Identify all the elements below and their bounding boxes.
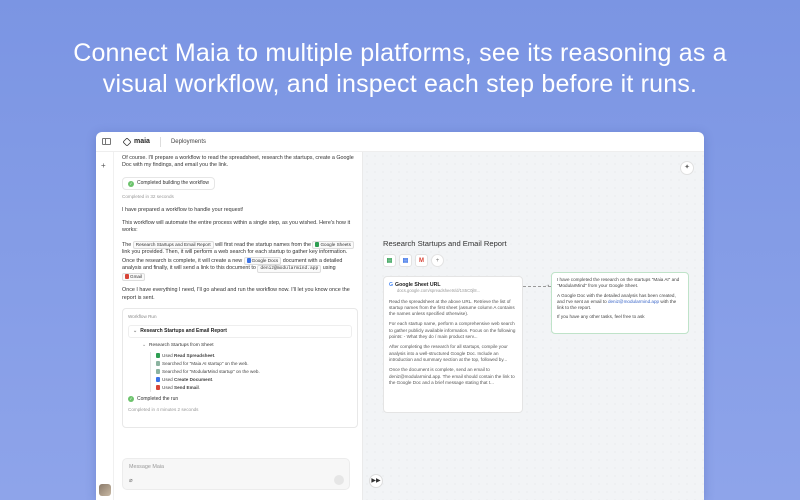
gmail-app-icon[interactable]: M [415,254,428,267]
node-url: docs.google.com/spreadsheets/d/1S5C0jl8.… [397,288,481,294]
new-chat-button[interactable]: + [101,161,106,170]
run-complete: ✓ Completed the run [128,396,352,403]
workflow-canvas[interactable]: ✦ Research Startups and Email Report ▤ ▤… [362,152,704,500]
run-step[interactable]: Used Read Spreadsheet. [156,352,352,360]
google-icon: G [389,282,394,288]
text: The [122,241,132,248]
step-tool: Create Document [174,376,213,382]
substep-label: Research Startups from Sheet [149,343,214,349]
run-complete-label: Completed the run [137,395,179,402]
node-text-1: Read the spreadsheet at the above URL. R… [389,298,515,317]
workflow-substep[interactable]: ⌄ Research Startups from Sheet [142,342,352,349]
chip-label: Google Sheets [320,241,351,247]
headline-line-1: Connect Maia to multiple platforms, see … [73,39,727,67]
output-text-3: If you have any other tasks, feel free t… [557,314,645,320]
top-bar: maia Deployments [96,132,704,152]
assistant-p2: This workflow will automate the entire p… [122,220,351,234]
google-docs-chip[interactable]: Google Docs [243,256,282,265]
run-complete-time: Completed in 4 minutes 2 seconds [128,406,199,412]
arrow-right-icon: ➝ [545,283,550,289]
chip-label: Gmail [130,274,142,280]
app-name: maia [134,138,150,145]
step-text-end: . [214,352,216,358]
step-tool: Read Spreadsheet [174,352,215,358]
workflow-run-card: Workflow Run ⌄ Research Startups and Emai… [122,308,358,429]
sheets-icon [315,241,320,247]
build-status-card[interactable]: ✓ Completed building the workflow [122,176,215,191]
step-text-end: . [198,384,201,390]
workflow-title: Research Startups and Email Report [383,239,507,248]
headline-line-2: visual workflow, and inspect each step b… [102,70,698,98]
text: will first read the startup names from t… [215,241,311,248]
node-text-3: After completing the research for all st… [389,344,508,362]
run-step[interactable]: Used Send Email. [156,384,352,392]
chevron-down-icon: ⌄ [142,343,147,349]
node-title: Google Sheet URL [395,282,441,288]
avatar[interactable] [99,484,111,496]
tab-deployments[interactable]: Deployments [171,139,206,145]
app-window: maia Deployments + Of course. I'll prepa… [96,132,704,500]
step-text-end: . [212,376,214,382]
run-play-button[interactable]: ▶▶ [369,474,383,488]
sheets-app-icon[interactable]: ▤ [383,254,396,267]
check-icon: ✓ [128,180,134,187]
step-text: Searched for "ModularMind startup" on th… [162,368,260,374]
workflow-chip[interactable]: Research Startups and Email Report [132,240,214,249]
workflow-run-title[interactable]: ⌄ Research Startups and Email Report [128,324,352,339]
sparkle-icon[interactable]: ✦ [680,161,694,175]
chevron-down-icon: ⌄ [133,327,138,334]
add-app-button[interactable]: + [431,254,444,267]
chat-panel: Of course. I'll prepare a workflow to re… [122,152,358,500]
step-text: Used [162,352,173,358]
divider [159,136,161,147]
step-text: Used [162,384,173,390]
assistant-intro: Of course. I'll prepare a workflow to re… [122,155,354,169]
run-step[interactable]: Searched for "Maia AI startup" on the we… [156,360,352,368]
step-tool: Send Email [174,384,199,390]
gmail-icon [125,274,129,280]
build-status-label: Completed building the workflow [137,179,209,186]
step-text: Used [162,376,173,382]
maia-logo-icon [122,136,132,147]
check-icon: ✓ [128,396,134,403]
step-text: Searched for "Maia AI startup" on the we… [162,360,249,366]
message-placeholder: Message Maia [129,464,165,470]
app-logo: maia [122,136,150,147]
output-text-2: A Google Doc with the detailed analysis … [557,293,683,312]
docs-app-icon[interactable]: ▤ [399,254,412,267]
tool-icon [156,368,160,374]
gmail-chip[interactable]: Gmail [122,273,145,282]
email-link[interactable]: deniz@modularmind.app [608,299,659,304]
node-text-2: For each startup name, perform a compreh… [389,321,516,340]
paperclip-icon[interactable]: ⌀ [129,478,133,485]
assistant-p4: Once I have everything I need, I'll go a… [122,287,350,301]
assistant-p1: I have prepared a workflow to handle you… [122,206,244,213]
run-title-label: Research Startups and Email Report [140,327,227,334]
text: using [322,265,336,272]
send-button[interactable] [334,475,344,485]
tool-icon [156,352,160,358]
sidebar-toggle-icon[interactable] [102,138,111,145]
headline: Connect Maia to multiple platforms, see … [0,38,800,100]
chip-label: Google Docs [251,257,279,263]
assistant-p3: The Research Startups and Email Report w… [122,240,358,282]
connected-apps: ▤ ▤ M + [383,254,444,267]
output-text-1: I have completed the research on the sta… [557,277,680,289]
run-step[interactable]: Used Create Document. [156,376,352,384]
step-list: Used Read Spreadsheet. Searched for "Maia… [150,351,352,392]
docs-icon [246,257,251,263]
tool-icon [156,360,160,366]
run-step[interactable]: Searched for "ModularMind startup" on th… [156,368,352,376]
workflow-step-node[interactable]: G Google Sheet URL docs.google.com/spread… [383,276,523,413]
google-sheets-chip[interactable]: Google Sheets [312,240,354,249]
workflow-run-header: Workflow Run [128,314,157,320]
tool-icon [156,376,160,382]
node-text-4: Once the document is complete, send an e… [389,367,515,385]
tool-icon [156,384,160,390]
build-status-time: Completed in 32 seconds [122,194,174,200]
left-rail: + [96,152,114,500]
output-node[interactable]: I have completed the research on the sta… [551,272,689,334]
email-chip[interactable]: deniz@modularmind.app [257,265,322,274]
message-input[interactable]: Message Maia ⌀ [122,458,350,490]
